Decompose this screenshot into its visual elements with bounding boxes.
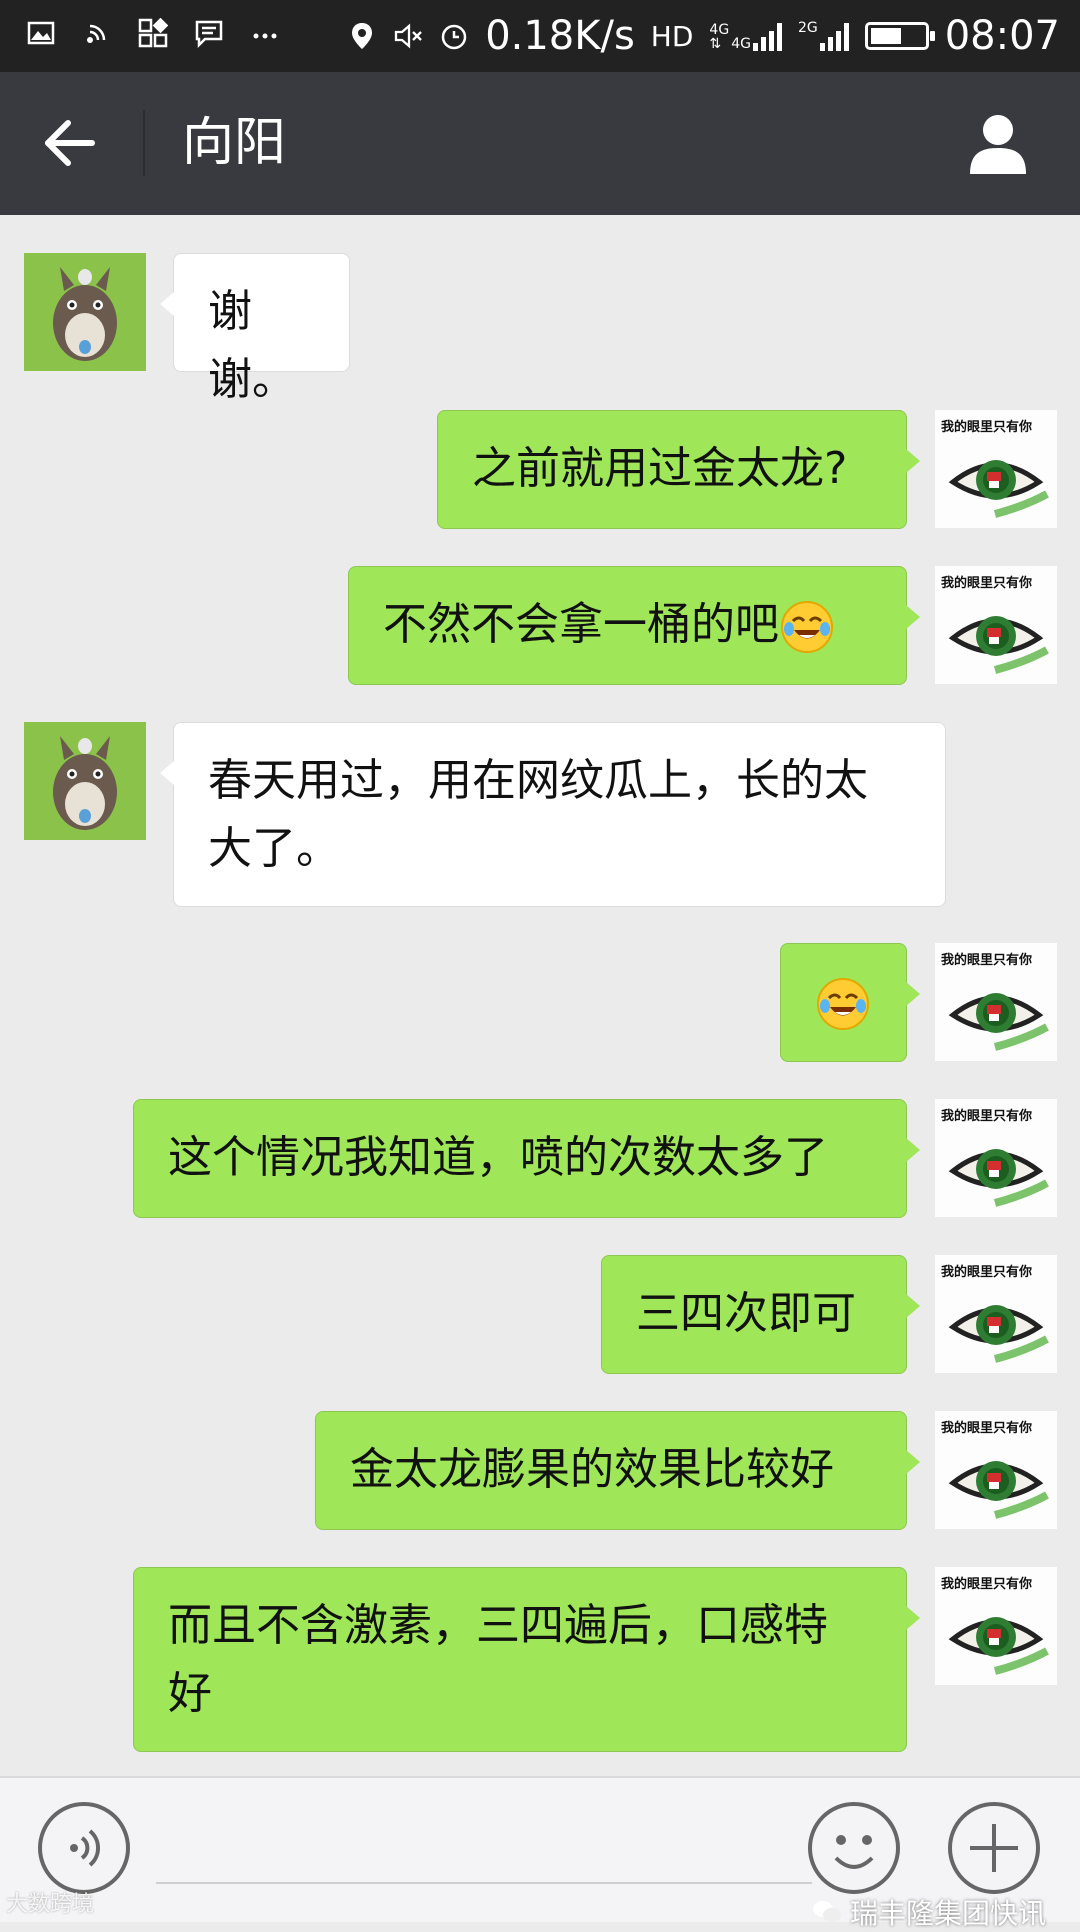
signal-4g: 4G ⇅ 4G bbox=[709, 21, 782, 51]
outgoing-message-bubble[interactable]: 三四次即可 bbox=[601, 1255, 920, 1374]
avatar-caption: 我的眼里只有你 bbox=[941, 953, 1033, 968]
message-text: 之前就用过金太龙? bbox=[472, 443, 848, 494]
self-avatar[interactable]: 我的眼里只有你 bbox=[935, 943, 1057, 1061]
message-row: 我的眼里只有你不然不会拿一桶的吧 bbox=[0, 566, 1080, 685]
message-text: 金太龙膨果的效果比较好 bbox=[350, 1444, 834, 1495]
message-text: 而且不含激素，三四遍后，口感特 好 bbox=[168, 1600, 828, 1719]
mute-icon bbox=[395, 23, 423, 49]
self-avatar[interactable]: 我的眼里只有你 bbox=[935, 1099, 1057, 1217]
self-avatar[interactable]: 我的眼里只有你 bbox=[935, 1567, 1057, 1685]
clock: 08:07 bbox=[944, 13, 1060, 59]
message-row: 我的眼里只有你这个情况我知道，喷的次数太多了 bbox=[0, 1099, 1080, 1218]
self-avatar[interactable]: 我的眼里只有你 bbox=[935, 1255, 1057, 1373]
avatar-caption: 我的眼里只有你 bbox=[941, 1421, 1033, 1436]
plus-icon[interactable] bbox=[946, 1800, 1042, 1896]
message-row: 我的眼里只有你而且不含激素，三四遍后，口感特 好 bbox=[0, 1567, 1080, 1752]
self-avatar[interactable]: 我的眼里只有你 bbox=[935, 566, 1057, 684]
self-avatar[interactable]: 我的眼里只有你 bbox=[935, 410, 1057, 528]
message-row: 我的眼里只有你三四次即可 bbox=[0, 1255, 1080, 1374]
wifi-icon bbox=[87, 24, 106, 43]
tears-of-joy-emoji-icon bbox=[779, 599, 835, 653]
message-row: 我的眼里只有你 bbox=[0, 943, 1080, 1062]
battery-icon bbox=[864, 22, 935, 50]
message-icon bbox=[195, 20, 223, 48]
wechat-logo-icon bbox=[812, 1901, 841, 1922]
outgoing-message-bubble[interactable] bbox=[780, 943, 920, 1062]
page-title: 向阳 bbox=[182, 113, 287, 173]
network-speed: 0.18K/s bbox=[485, 13, 635, 59]
message-input[interactable] bbox=[156, 1882, 812, 1884]
avatar-caption: 我的眼里只有你 bbox=[941, 1109, 1033, 1124]
contact-avatar[interactable] bbox=[24, 722, 146, 840]
chat-header: 向阳 bbox=[0, 72, 1080, 215]
outgoing-message-bubble[interactable]: 之前就用过金太龙? bbox=[437, 410, 920, 529]
message-row: 我的眼里只有你金太龙膨果的效果比较好 bbox=[0, 1411, 1080, 1530]
signal-icon-2 bbox=[819, 21, 849, 51]
location-icon bbox=[352, 23, 373, 49]
apps-icon bbox=[138, 18, 168, 48]
incoming-message-bubble[interactable]: 春天用过，用在网纹瓜上，长的太 大了。 bbox=[160, 722, 946, 907]
avatar-caption: 我的眼里只有你 bbox=[941, 1265, 1033, 1280]
status-bar: 0.18K/s HD 4G ⇅ 4G 2G 08:07 bbox=[0, 0, 1080, 72]
outgoing-message-bubble[interactable]: 不然不会拿一桶的吧 bbox=[348, 566, 920, 685]
message-text: 春天用过，用在网纹瓜上，长的太 大了。 bbox=[208, 755, 868, 874]
message-text: 不然不会拿一桶的吧 bbox=[383, 599, 779, 650]
emoji-icon[interactable] bbox=[806, 1800, 902, 1896]
person-icon[interactable] bbox=[966, 110, 1030, 176]
more-dots-icon bbox=[253, 33, 277, 39]
self-avatar[interactable]: 我的眼里只有你 bbox=[935, 1411, 1057, 1529]
signal-2g: 2G bbox=[798, 21, 849, 51]
message-text: 谢谢。 bbox=[208, 286, 296, 405]
header-divider bbox=[143, 110, 145, 176]
laughing-tears-emoji-icon bbox=[815, 976, 871, 1030]
message-text: 这个情况我知道，喷的次数太多了 bbox=[168, 1132, 828, 1183]
outgoing-message-bubble[interactable]: 金太龙膨果的效果比较好 bbox=[315, 1411, 920, 1530]
incoming-message-bubble[interactable]: 谢谢。 bbox=[160, 253, 350, 405]
message-text: 三四次即可 bbox=[636, 1288, 856, 1339]
arrow-left-icon[interactable] bbox=[40, 112, 102, 174]
outgoing-message-bubble[interactable]: 这个情况我知道，喷的次数太多了 bbox=[133, 1099, 920, 1218]
avatar-caption: 我的眼里只有你 bbox=[941, 576, 1033, 591]
contact-avatar[interactable] bbox=[24, 253, 146, 371]
avatar-caption: 我的眼里只有你 bbox=[941, 1577, 1033, 1592]
outgoing-message-bubble[interactable]: 而且不含激素，三四遍后，口感特 好 bbox=[133, 1567, 920, 1752]
watermark-right: 瑞丰隆集团快讯 bbox=[812, 1892, 1046, 1932]
hd-indicator: HD bbox=[650, 19, 694, 53]
message-row: 春天用过，用在网纹瓜上，长的太 大了。 bbox=[0, 722, 1080, 907]
voice-icon[interactable] bbox=[36, 1800, 132, 1896]
message-row: 我的眼里只有你之前就用过金太龙? bbox=[0, 410, 1080, 529]
signal-icon bbox=[752, 21, 782, 51]
alarm-icon bbox=[441, 24, 467, 50]
message-row: 谢谢。 bbox=[0, 253, 1080, 405]
watermark-left: 大数跨境 bbox=[6, 1892, 95, 1917]
avatar-caption: 我的眼里只有你 bbox=[941, 420, 1033, 435]
data-arrows-icon: ⇅ bbox=[709, 36, 722, 52]
image-icon bbox=[27, 21, 55, 45]
